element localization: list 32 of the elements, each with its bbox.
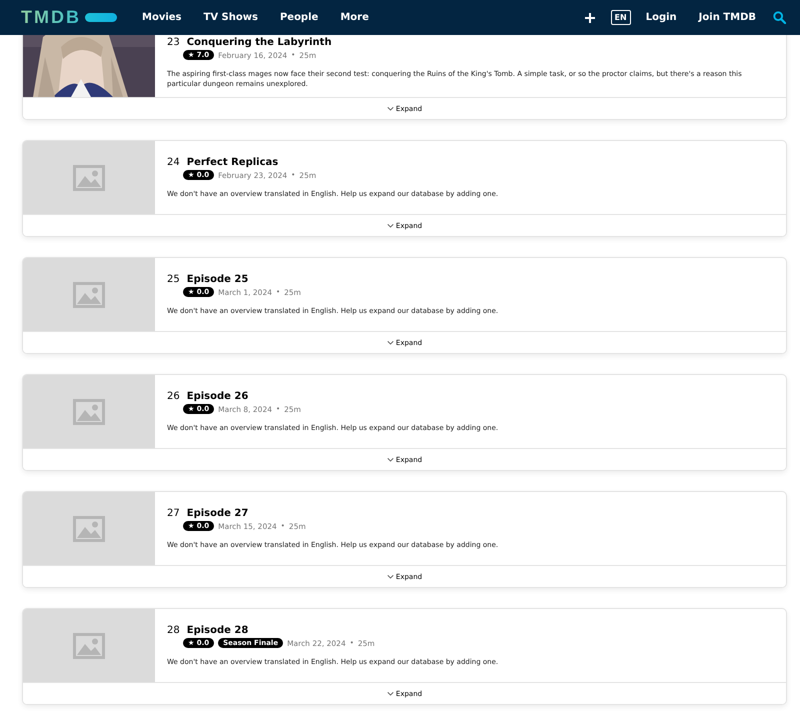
- image-placeholder-icon: [73, 632, 105, 658]
- search-icon[interactable]: [773, 11, 786, 24]
- chevron-icon: [386, 574, 394, 579]
- image-placeholder-icon: [73, 398, 105, 424]
- episode-title: Perfect Replicas: [186, 157, 278, 168]
- episode-number: 28: [167, 625, 180, 636]
- nav-link[interactable]: People: [280, 12, 318, 23]
- image-placeholder-icon: [73, 282, 105, 308]
- chevron-icon: [386, 457, 394, 462]
- chevron-icon: [386, 106, 394, 111]
- chevron-icon: [386, 223, 394, 228]
- nav-link[interactable]: Login: [646, 12, 677, 23]
- episode-number: 23: [167, 37, 180, 48]
- nav-link[interactable]: TV Shows: [204, 12, 258, 23]
- language-button[interactable]: EN: [610, 10, 631, 25]
- nav-link[interactable]: More: [340, 12, 369, 23]
- episode-title: Episode 25: [186, 274, 248, 285]
- chevron-icon: [386, 340, 394, 345]
- episode-title: Episode 28: [186, 625, 248, 636]
- episode-number: 24: [167, 157, 180, 168]
- image-placeholder-icon: [73, 516, 105, 542]
- chevron-icon: [386, 691, 394, 696]
- image-placeholder-icon: [73, 164, 105, 190]
- episode-title: Episode 26: [186, 391, 248, 402]
- nav-link[interactable]: Movies: [142, 12, 182, 23]
- episode-number: 27: [167, 508, 180, 519]
- episode-title: Conquering the Labyrinth: [186, 37, 332, 48]
- episode-number: 25: [167, 274, 180, 285]
- episode-number: 26: [167, 391, 180, 402]
- episode-title: Episode 27: [186, 508, 248, 519]
- nav-link[interactable]: Join TMDB: [698, 12, 756, 23]
- plus-icon[interactable]: [584, 12, 595, 22]
